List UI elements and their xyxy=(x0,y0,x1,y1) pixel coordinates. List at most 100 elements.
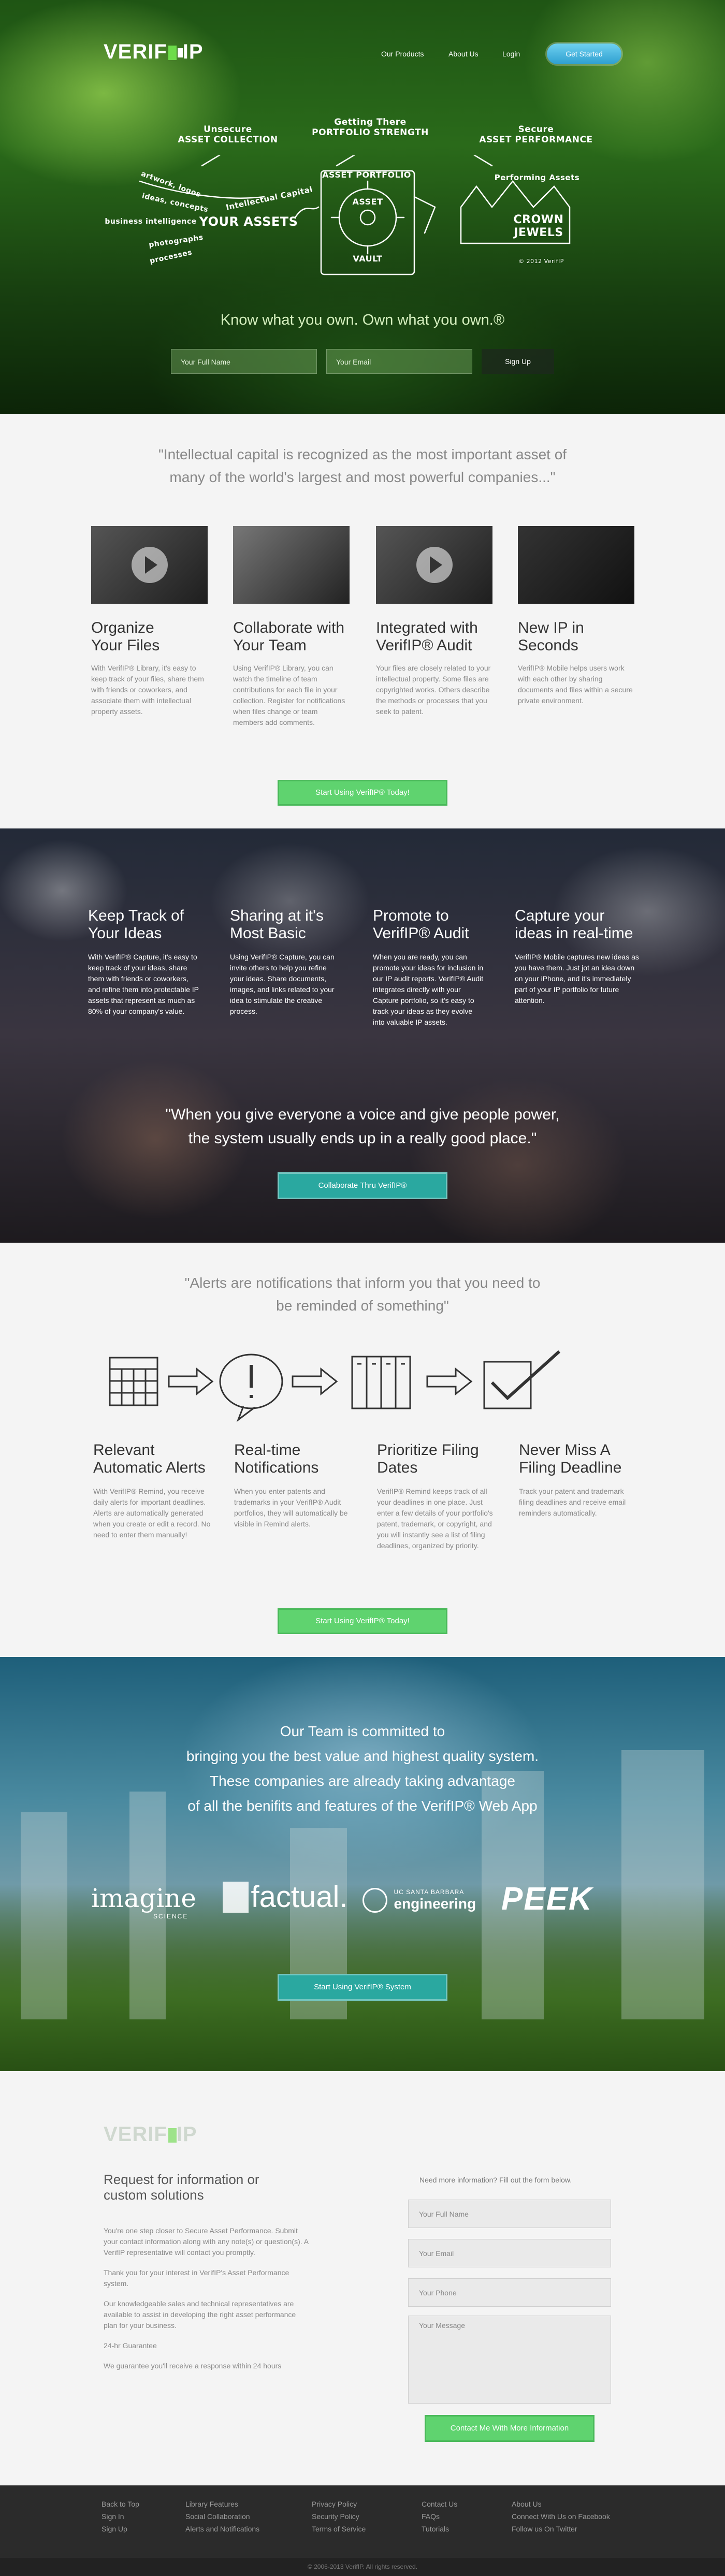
start-using-button[interactable]: Start Using VerifIP® Today! xyxy=(278,780,447,806)
team-section: Our Team is committed to bringing you th… xyxy=(0,1657,725,2071)
card-text: Using VerifIP® Library, you can watch th… xyxy=(233,664,345,726)
logo-mark-icon xyxy=(168,46,177,61)
chalk-text: PORTFOLIO STRENGTH xyxy=(312,127,429,138)
nav-login[interactable]: Login xyxy=(502,50,520,59)
logo-text: imagine xyxy=(91,1883,197,1913)
quote-line: many of the world's largest and most pow… xyxy=(169,469,556,485)
footer-link[interactable]: About Us xyxy=(512,2498,641,2510)
card-text: When you are ready, you can promote your… xyxy=(373,953,484,1026)
feature-card-collaborate: Collaborate with Your Team Using VerifIP®… xyxy=(233,526,350,728)
footer-link[interactable]: FAQs xyxy=(422,2510,499,2523)
card-title-line: Promote to xyxy=(373,907,449,924)
logo-mark-icon xyxy=(168,2128,177,2143)
contact-email-input[interactable]: Your Email xyxy=(408,2239,611,2267)
footer-link[interactable]: Library Features xyxy=(185,2498,299,2510)
asset-portfolio-label: ASSET PORTFOLIO xyxy=(322,170,411,180)
footer-col-3: Privacy Policy Security Policy Terms of Se… xyxy=(312,2498,405,2535)
card-title-line: Dates xyxy=(377,1459,418,1476)
start-using-button[interactable]: Start Using VerifIP® Today! xyxy=(278,1608,447,1634)
start-using-system-button[interactable]: Start Using VerifIP® System xyxy=(278,1974,447,2001)
card-text: Your files are closely related to your i… xyxy=(376,664,491,716)
card-text: When you enter patents and trademarks in… xyxy=(234,1487,348,1528)
footer-link[interactable]: Connect With Us on Facebook xyxy=(512,2510,641,2523)
drawing-copyright: © 2012 VerifIP xyxy=(518,258,564,265)
card-title: Keep Track of Your Ideas xyxy=(88,907,199,942)
footer-link[interactable]: Sign In xyxy=(102,2510,179,2523)
arrow-icon xyxy=(292,1367,338,1396)
card-text: VerifIP® Mobile captures new ideas as yo… xyxy=(515,953,639,1005)
contact-name-input[interactable]: Your Full Name xyxy=(408,2200,611,2228)
footer-link[interactable]: Follow us On Twitter xyxy=(512,2523,641,2535)
chalk-text: CROWN xyxy=(513,213,564,226)
footer-link[interactable]: Sign Up xyxy=(102,2523,179,2535)
heading-line: Request for information or xyxy=(104,2172,259,2187)
footer-link[interactable]: Alerts and Notifications xyxy=(185,2523,299,2535)
feature-realtime-notifications: Real-time Notifications When you enter pa… xyxy=(234,1442,353,1530)
card-title-line: Relevant xyxy=(93,1442,155,1459)
footer: Back to Top Sign In Sign Up Library Featur… xyxy=(0,2485,725,2576)
card-title-line: Most Basic xyxy=(230,925,306,942)
secure-label: Secure ASSET PERFORMANCE xyxy=(471,124,601,145)
team-line: bringing you the best value and highest … xyxy=(186,1748,539,1764)
nav-link[interactable]: About Us xyxy=(448,50,479,58)
feature-card-mobile: New IP in Seconds VerifIP® Mobile helps u… xyxy=(518,526,634,706)
footer-link[interactable]: Social Collaboration xyxy=(185,2510,299,2523)
card-title: Relevant Automatic Alerts xyxy=(93,1442,212,1477)
quote-line: "When you give everyone a voice and give… xyxy=(165,1106,560,1123)
contact-submit-button[interactable]: Contact Me With More Information xyxy=(425,2415,594,2442)
feature-card-audit: Integrated with VerifIP® Audit Your files… xyxy=(376,526,492,717)
contact-logo: VERIF IP xyxy=(104,2123,197,2146)
footer-link[interactable]: Contact Us xyxy=(422,2498,499,2510)
card-title-line: Integrated with xyxy=(376,619,478,636)
play-icon[interactable] xyxy=(416,547,453,583)
imagine-logo: imagine SCIENCE xyxy=(91,1884,196,1920)
footer-link[interactable]: Security Policy xyxy=(312,2510,405,2523)
chalk-text: Secure xyxy=(518,124,554,135)
card-title-line: Your Files xyxy=(91,637,160,654)
footer-col-5: About Us Connect With Us on Facebook Follo… xyxy=(512,2498,641,2535)
factual-mark-icon xyxy=(223,1881,249,1913)
nav-link[interactable]: Our Products xyxy=(381,50,424,58)
card-title-line: Sharing at it's xyxy=(230,907,324,924)
footer-link[interactable]: Back to Top xyxy=(102,2498,179,2510)
logo-sub: SCIENCE xyxy=(153,1913,189,1920)
logo-text: factual. xyxy=(251,1880,348,1914)
card-text: With VerifIP® Library, it's easy to keep… xyxy=(91,664,204,716)
quote-line: "Alerts are notifications that inform yo… xyxy=(184,1275,541,1291)
contact-paragraph: Thank you for your interest in VerifIP's… xyxy=(104,2268,289,2288)
logo-sub: UC SANTA BARBARA xyxy=(394,1888,465,1896)
card-title-line: ideas in real-time xyxy=(515,925,633,942)
footer-link[interactable]: Tutorials xyxy=(422,2523,499,2535)
feature-capture-realtime: Capture your ideas in real-time VerifIP® … xyxy=(515,907,639,1006)
contact-message-textarea[interactable]: Your Message xyxy=(408,2316,611,2404)
nav-our-products[interactable]: Our Products xyxy=(381,50,424,59)
performing-assets-label: Performing Assets xyxy=(494,173,580,182)
nav-about-us[interactable]: About Us xyxy=(448,50,479,59)
get-started-button[interactable]: Get Started xyxy=(547,43,621,64)
video-thumbnail[interactable] xyxy=(376,526,492,604)
quote-line: "Intellectual capital is recognized as t… xyxy=(158,446,567,462)
hero-email-input[interactable]: Your Email xyxy=(326,349,472,374)
feature-relevant-alerts: Relevant Automatic Alerts With VerifIP® R… xyxy=(93,1442,212,1540)
hero-signup-button[interactable]: Sign Up xyxy=(482,349,554,374)
chalk-text: ASSET PERFORMANCE xyxy=(479,135,593,145)
hero-name-input[interactable]: Your Full Name xyxy=(171,349,317,374)
contact-phone-input[interactable]: Your Phone xyxy=(408,2278,611,2307)
footer-link[interactable]: Terms of Service xyxy=(312,2523,405,2535)
heading-line: custom solutions xyxy=(104,2187,204,2203)
footer-link[interactable]: Privacy Policy xyxy=(312,2498,405,2510)
card-text: Using VerifIP® Capture, you can invite o… xyxy=(230,953,335,1015)
card-title: Capture your ideas in real-time xyxy=(515,907,639,942)
contact-heading: Request for information or custom solutio… xyxy=(104,2172,290,2203)
feature-promote: Promote to VerifIP® Audit When you are re… xyxy=(373,907,484,1028)
video-thumbnail[interactable] xyxy=(91,526,208,604)
feature-keep-track: Keep Track of Your Ideas With VerifIP® Ca… xyxy=(88,907,199,1017)
play-icon[interactable] xyxy=(132,547,168,583)
card-title-line: Real-time xyxy=(234,1442,301,1459)
nav-link[interactable]: Login xyxy=(502,50,520,58)
building-shape xyxy=(21,1812,67,2019)
collaborate-button[interactable]: Collaborate Thru VerifIP® xyxy=(278,1172,447,1199)
logo[interactable]: VERIF IP xyxy=(104,40,204,64)
logo-text: engineering xyxy=(394,1896,476,1912)
chalk-text: ASSET COLLECTION xyxy=(178,135,278,145)
